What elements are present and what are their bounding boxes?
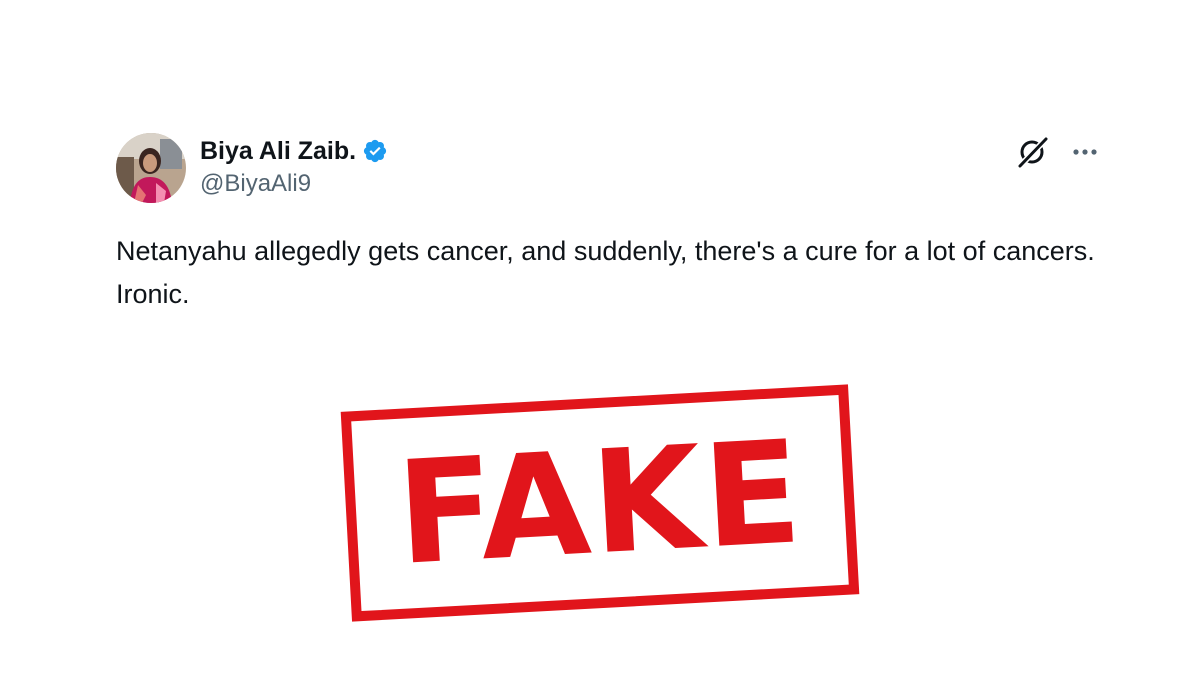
avatar-photo [116, 133, 186, 203]
author-display-name[interactable]: Biya Ali Zaib. [200, 136, 356, 166]
stamp-label: FAKE [393, 410, 808, 597]
tweet-text: Netanyahu allegedly gets cancer, and sud… [116, 236, 1103, 309]
tweet-actions [1016, 132, 1100, 172]
tweet-card: Biya Ali Zaib. @BiyaAli9 Netanyahu alleg… [116, 132, 1100, 316]
avatar[interactable] [116, 133, 186, 203]
tweet-header: Biya Ali Zaib. @BiyaAli9 [116, 132, 1100, 204]
grok-icon[interactable] [1016, 135, 1050, 169]
verified-badge-icon[interactable] [362, 138, 388, 164]
more-options-icon[interactable] [1070, 137, 1100, 167]
author-handle[interactable]: @BiyaAli9 [200, 168, 388, 200]
author-info: Biya Ali Zaib. @BiyaAli9 [200, 136, 388, 200]
fake-stamp: FAKE [340, 384, 860, 622]
stamp-border: FAKE [340, 384, 860, 622]
